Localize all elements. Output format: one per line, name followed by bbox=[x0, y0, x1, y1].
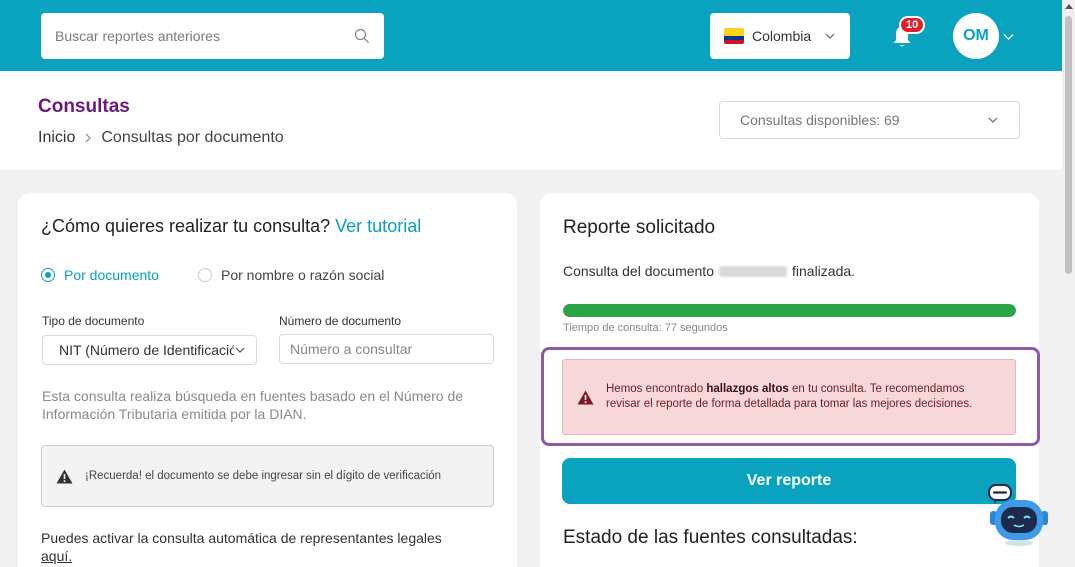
warning-icon bbox=[56, 469, 73, 483]
avatar[interactable]: OM bbox=[953, 13, 999, 59]
country-label: Colombia bbox=[752, 28, 812, 44]
sources-status-title: Estado de las fuentes consultadas: bbox=[563, 527, 858, 548]
breadcrumb: Inicio Consultas por documento bbox=[38, 129, 284, 147]
verification-notice: ¡Recuerda! el documento se debe ingresar… bbox=[41, 445, 494, 507]
notification-badge: 10 bbox=[899, 16, 926, 34]
radio-by-document[interactable]: Por documento bbox=[41, 267, 159, 283]
progress-bar bbox=[563, 304, 1016, 317]
high-findings-alert: Hemos encontrado hallazgos altos en tu c… bbox=[562, 359, 1016, 435]
radio-by-document-label: Por documento bbox=[64, 267, 159, 283]
search-box[interactable] bbox=[41, 13, 384, 59]
query-method-title: ¿Cómo quieres realizar tu consulta? Ver … bbox=[41, 216, 422, 236]
query-description: Esta consulta realiza búsqueda en fuente… bbox=[42, 388, 464, 422]
chevron-down-icon[interactable] bbox=[1002, 30, 1015, 43]
progress-fill bbox=[563, 304, 1016, 317]
search-input[interactable] bbox=[55, 28, 354, 44]
chevron-down-icon bbox=[235, 347, 245, 353]
radio-selected-icon[interactable] bbox=[41, 268, 55, 282]
alert-text: Hemos encontrado hallazgos altos en tu c… bbox=[606, 383, 973, 410]
colombia-flag-icon bbox=[724, 28, 744, 44]
redacted-document-number bbox=[719, 265, 787, 277]
available-queries-label: Consultas disponibles: 69 bbox=[740, 112, 900, 128]
auto-query-text: Puedes activar la consulta automática de… bbox=[41, 530, 442, 564]
radio-by-name-label: Por nombre o razón social bbox=[221, 267, 385, 283]
doc-type-label: Tipo de documento bbox=[42, 314, 145, 328]
doc-number-label: Número de documento bbox=[279, 314, 402, 328]
search-icon[interactable] bbox=[354, 28, 370, 44]
breadcrumb-home[interactable]: Inicio bbox=[38, 129, 75, 147]
page-title: Consultas bbox=[38, 96, 130, 117]
radio-by-name[interactable]: Por nombre o razón social bbox=[198, 267, 384, 283]
chatbot-robot-icon[interactable] bbox=[986, 483, 1052, 549]
country-selector[interactable]: Colombia bbox=[710, 13, 850, 59]
report-title: Reporte solicitado bbox=[563, 217, 716, 238]
doc-number-input[interactable] bbox=[279, 334, 494, 364]
doc-type-select[interactable]: NIT (Número de Identificación Tributaria… bbox=[42, 335, 257, 365]
radio-unselected-icon[interactable] bbox=[198, 268, 212, 282]
breadcrumb-current: Consultas por documento bbox=[101, 129, 284, 146]
available-queries-dropdown[interactable]: Consultas disponibles: 69 bbox=[719, 101, 1020, 139]
doc-type-value: NIT (Número de Identificación Tributaria… bbox=[59, 342, 234, 358]
report-status: Consulta del documento finalizada. bbox=[563, 263, 856, 279]
scrollbar[interactable] bbox=[1062, 0, 1075, 567]
scroll-up-arrow-icon[interactable] bbox=[1065, 4, 1073, 9]
scrollbar-thumb[interactable] bbox=[1065, 16, 1072, 274]
warning-icon bbox=[577, 390, 594, 404]
verification-notice-text: ¡Recuerda! el documento se debe ingresar… bbox=[85, 469, 442, 482]
chevron-down-icon bbox=[825, 33, 835, 39]
query-time: Tiempo de consulta: 77 segundos bbox=[563, 322, 728, 334]
chevron-right-icon bbox=[85, 133, 92, 143]
tutorial-link[interactable]: Ver tutorial bbox=[335, 216, 421, 236]
chevron-down-icon bbox=[988, 117, 998, 123]
query-form-card bbox=[18, 193, 517, 567]
auto-query-link[interactable]: aquí. bbox=[41, 548, 72, 564]
view-report-button[interactable]: Ver reporte bbox=[562, 458, 1016, 504]
